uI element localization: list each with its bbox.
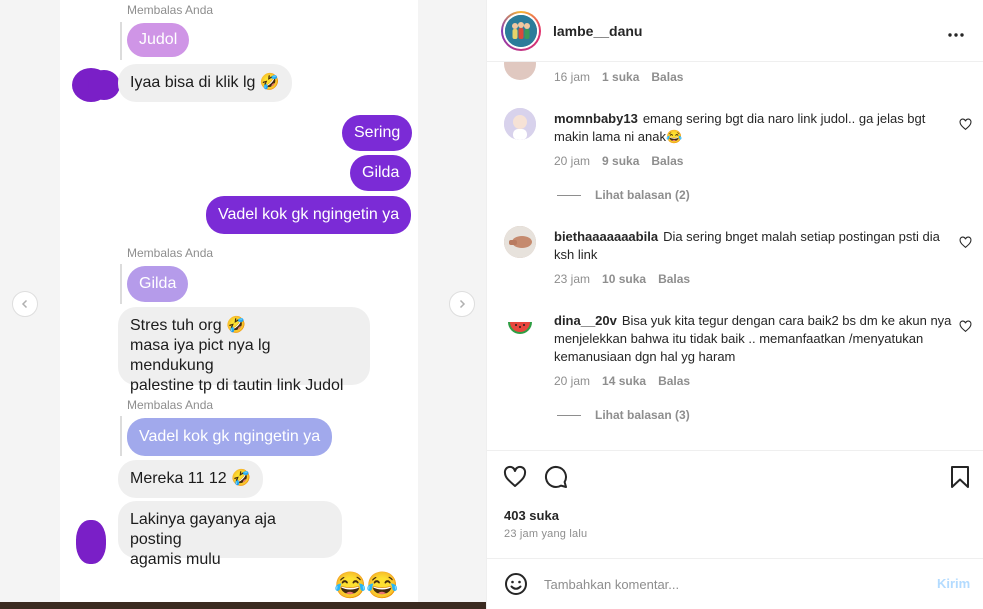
comment-avatar[interactable] xyxy=(504,310,536,342)
chat-screenshot: Membalas Anda Judol Iyaa bisa di klik lg… xyxy=(60,0,418,609)
reply-quote-line xyxy=(120,264,122,304)
like-comment-heart-icon[interactable] xyxy=(959,320,972,333)
comment-time: 20 jam xyxy=(554,154,591,168)
comment-meta: 16 jam 1 suka Balas xyxy=(554,70,683,84)
like-heart-icon[interactable] xyxy=(503,465,527,489)
chat-bubble-received: Iyaa bisa di klik lg 🤣 xyxy=(118,64,292,102)
more-horizontal-icon xyxy=(948,33,964,37)
reply-button[interactable]: Balas xyxy=(651,70,683,84)
watermelon-avatar-icon xyxy=(508,322,532,334)
reply-quote-line xyxy=(120,416,122,456)
emoji-reaction: 😂😂 xyxy=(334,570,399,600)
comments-list: 16 jam 1 suka Balas momnbaby13 emang seri… xyxy=(487,62,983,450)
like-count[interactable]: 403 suka xyxy=(504,508,559,523)
chat-bubble-received: Stres tuh org 🤣 masa iya pict nya lg men… xyxy=(118,307,370,394)
media-bottom-edge xyxy=(0,602,486,609)
comment-likes[interactable]: 14 suka xyxy=(602,374,646,388)
emoji-picker-icon[interactable] xyxy=(504,572,528,596)
comment-username[interactable]: dina__20v xyxy=(554,313,617,328)
chat-line: masa iya pict nya lg mendukung xyxy=(130,337,271,374)
comment-input[interactable] xyxy=(544,573,914,595)
comment-meta: 23 jam 10 suka Balas xyxy=(554,272,690,286)
post-media: Membalas Anda Judol Iyaa bisa di klik lg… xyxy=(0,0,486,609)
chat-line: Stres tuh org 🤣 xyxy=(130,317,246,334)
comment-time: 23 jam xyxy=(554,272,591,286)
hand-photo-avatar-icon xyxy=(504,226,536,258)
comment-avatar[interactable] xyxy=(504,62,536,80)
comment-likes[interactable]: 10 suka xyxy=(602,272,646,286)
comment-avatar[interactable] xyxy=(504,226,536,258)
comment-text: momnbaby13 emang sering bgt dia naro link… xyxy=(554,110,954,146)
reply-button[interactable]: Balas xyxy=(658,272,690,286)
people-illustration-icon xyxy=(505,15,537,47)
reply-button[interactable]: Balas xyxy=(658,374,690,388)
blurred-avatar-part xyxy=(88,70,120,100)
comment-time: 16 jam xyxy=(554,70,591,84)
reply-button[interactable]: Balas xyxy=(651,154,683,168)
chat-bubble-quoted: Judol xyxy=(127,23,190,57)
chat-line: palestine tp di tautin link Judol xyxy=(130,377,344,394)
chat-bubble-received: Lakinya gayanya aja posting agamis mulu xyxy=(118,501,342,568)
more-options-button[interactable] xyxy=(947,22,965,43)
chat-bubble-sent: Gilda xyxy=(350,155,412,191)
reply-label: Membalas Anda xyxy=(127,3,214,17)
view-replies-label: Lihat balasan (2) xyxy=(595,188,690,202)
reply-label: Membalas Anda xyxy=(127,398,214,412)
view-replies-label: Lihat balasan (3) xyxy=(595,408,690,422)
post-side-panel: lambe__danu 16 jam 1 suka Balas momnbaby… xyxy=(486,0,983,609)
comment-likes[interactable]: 9 suka xyxy=(602,154,639,168)
like-comment-heart-icon[interactable] xyxy=(959,236,972,249)
bookmark-icon[interactable] xyxy=(949,465,971,489)
chat-line: Lakinya gayanya aja posting xyxy=(130,511,276,548)
chat-line: agamis mulu xyxy=(130,551,221,568)
previous-slide-button[interactable] xyxy=(12,291,38,317)
comment-time: 20 jam xyxy=(554,374,591,388)
comment-username[interactable]: biethaaaaaaabila xyxy=(554,229,658,244)
reply-quote-line xyxy=(120,22,122,60)
view-replies-button[interactable]: Lihat balasan (3) xyxy=(557,408,690,422)
blurred-avatar xyxy=(76,520,106,564)
view-replies-button[interactable]: Lihat balasan (2) xyxy=(557,188,690,202)
comment-avatar[interactable] xyxy=(504,108,536,140)
instagram-post-modal: Membalas Anda Judol Iyaa bisa di klik lg… xyxy=(0,0,983,609)
chevron-right-icon xyxy=(459,299,466,309)
comment-likes[interactable]: 1 suka xyxy=(602,70,639,84)
replies-divider xyxy=(557,414,581,416)
post-header: lambe__danu xyxy=(487,0,983,62)
comment-bubble-icon[interactable] xyxy=(544,465,568,489)
post-actions: 403 suka 23 jam yang lalu Kirim xyxy=(487,450,983,609)
baby-avatar-icon xyxy=(504,108,536,140)
post-timestamp[interactable]: 23 jam yang lalu xyxy=(504,528,587,540)
chat-bubble-sent: Sering xyxy=(342,115,413,151)
profile-picture xyxy=(505,15,537,47)
like-comment-heart-icon[interactable] xyxy=(959,118,972,131)
comment-meta: 20 jam 14 suka Balas xyxy=(554,374,690,388)
replies-divider xyxy=(557,194,581,196)
chat-bubble-quoted: Vadel kok gk ngingetin ya xyxy=(127,418,333,456)
profile-avatar[interactable] xyxy=(501,11,541,51)
post-comment-button[interactable]: Kirim xyxy=(937,576,970,591)
chat-bubble-received: Mereka 11 12 🤣 xyxy=(118,460,264,498)
next-slide-button[interactable] xyxy=(449,291,475,317)
comment-username[interactable]: momnbaby13 xyxy=(554,111,638,126)
post-username[interactable]: lambe__danu xyxy=(553,23,642,39)
comment-text: biethaaaaaaabila Dia sering bnget malah s… xyxy=(554,228,954,264)
add-comment-bar: Kirim xyxy=(487,558,983,609)
chat-bubble-sent: Vadel kok gk ngingetin ya xyxy=(206,196,412,234)
comment-meta: 20 jam 9 suka Balas xyxy=(554,154,683,168)
comment-text: dina__20v Bisa yuk kita tegur dengan cara… xyxy=(554,312,954,366)
reply-label: Membalas Anda xyxy=(127,246,214,260)
chevron-left-icon xyxy=(21,299,28,309)
chat-bubble-quoted: Gilda xyxy=(127,266,189,302)
